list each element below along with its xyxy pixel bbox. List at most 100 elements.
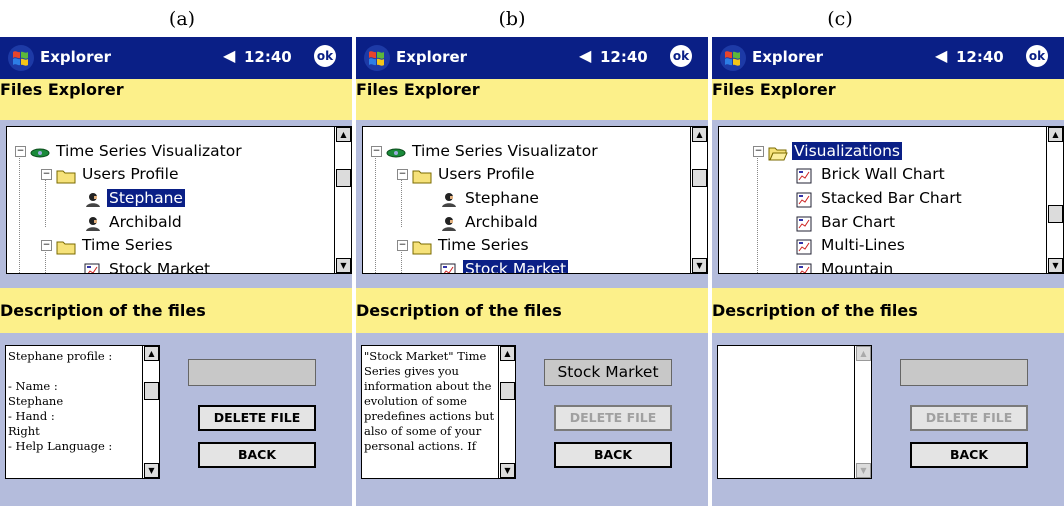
tree-item[interactable]: − Time Series Visualizator [371,139,600,163]
tree-item[interactable]: Stephane [439,186,541,210]
scroll-down-arrow-icon[interactable]: ▼ [336,258,351,273]
scroll-down-arrow-icon[interactable]: ▼ [856,463,871,478]
windows-start-icon[interactable] [718,43,748,73]
tree-item-label: Stephane [106,188,186,208]
scroll-down-arrow-icon[interactable]: ▼ [692,258,707,273]
selected-file-field[interactable]: Stock Market [544,359,672,386]
back-button[interactable]: BACK [198,442,316,468]
ok-button[interactable]: ok [670,45,692,67]
pda-screen-2: Explorer ◀︎ 12:40 ok Files Explorer Descripti… [356,37,708,506]
tree-item[interactable]: Stephane [83,186,186,210]
tree-item[interactable]: − Time Series Visualizator [15,139,244,163]
collapse-icon[interactable]: − [41,169,52,180]
file-tree[interactable]: − Time Series Visualizator − Users Profile S… [6,126,352,274]
ok-button[interactable]: ok [314,45,336,67]
collapse-icon[interactable]: − [397,240,408,251]
tree-item[interactable]: − Users Profile [41,162,181,186]
scroll-up-arrow-icon[interactable]: ▲ [1048,127,1063,142]
description-text: "Stock Market" Time Series gives you inf… [364,349,498,453]
scroll-up-arrow-icon[interactable]: ▲ [692,127,707,142]
delete-file-button[interactable]: DELETE FILE [198,405,316,431]
scroll-up-arrow-icon[interactable]: ▲ [336,127,351,142]
tree-item-label: Visualizations [791,141,903,161]
tree-scrollbar[interactable]: ▲ ▼ [690,127,707,273]
user-icon [83,215,103,231]
tree-item[interactable]: − Visualizations [753,139,903,163]
description-box[interactable]: "Stock Market" Time Series gives you inf… [361,345,516,479]
chart-file-icon [795,215,815,231]
speaker-icon[interactable]: ◀︎ [223,46,235,65]
title-bar: Explorer ◀︎ 12:40 ok [0,37,352,79]
description-box[interactable]: Stephane profile : - Name : Stephane - H… [5,345,160,479]
tree-item[interactable]: Bar Chart [795,210,897,234]
tree-item-label: Time Series Visualizator [56,142,242,160]
collapse-icon[interactable]: − [397,169,408,180]
scroll-thumb[interactable] [1048,205,1063,223]
selected-file-field[interactable] [900,359,1028,386]
windows-start-icon[interactable] [6,43,36,73]
file-tree[interactable]: − Visualizations Brick Wall Chart Stacked B… [718,126,1064,274]
scroll-thumb[interactable] [336,169,351,187]
clock-time[interactable]: 12:40 [244,48,292,66]
delete-file-button[interactable]: DELETE FILE [910,405,1028,431]
speaker-icon[interactable]: ◀︎ [579,46,591,65]
scroll-up-arrow-icon[interactable]: ▲ [144,346,159,361]
tree-item-label: Stock Market [109,260,211,273]
back-button[interactable]: BACK [910,442,1028,468]
description-box[interactable]: ▲ ▼ [717,345,872,479]
scroll-down-arrow-icon[interactable]: ▼ [1048,258,1063,273]
tree-item-label: Users Profile [82,165,179,183]
file-tree[interactable]: − Time Series Visualizator − Users Profile S… [362,126,708,274]
description-heading: Description of the files [356,301,562,320]
tree-scrollbar[interactable]: ▲ ▼ [1046,127,1063,273]
collapse-icon[interactable]: − [41,240,52,251]
tree-item[interactable]: − Time Series [41,233,175,257]
panel-caption: (c) [827,8,853,30]
scroll-up-arrow-icon[interactable]: ▲ [500,346,515,361]
scroll-thumb[interactable] [144,382,159,400]
panel-caption: (b) [498,8,526,30]
network-icon [30,144,50,160]
collapse-icon[interactable]: − [15,146,26,157]
ok-button[interactable]: ok [1026,45,1048,67]
tree-item[interactable]: − Time Series [397,233,531,257]
folder-icon [56,167,76,183]
tree-item[interactable]: Stock Market [439,257,570,273]
windows-start-icon[interactable] [362,43,392,73]
tree-item-label: Stephane [465,189,539,207]
clock-time[interactable]: 12:40 [956,48,1004,66]
tree-item[interactable]: Mountain [795,257,895,273]
tree-item[interactable]: Stock Market [83,257,212,273]
tree-scrollbar[interactable]: ▲ ▼ [334,127,351,273]
back-button[interactable]: BACK [554,442,672,468]
clock-time[interactable]: 12:40 [600,48,648,66]
pda-screen-1: Explorer ◀︎ 12:40 ok Files Explorer Descripti… [0,37,352,506]
tree-guide-line [375,155,376,273]
selected-file-field[interactable] [188,359,316,386]
chart-file-icon [795,167,815,183]
tree-item[interactable]: Archibald [83,210,184,234]
tree-item[interactable]: Stacked Bar Chart [795,186,964,210]
scroll-up-arrow-icon[interactable]: ▲ [856,346,871,361]
description-scrollbar[interactable]: ▲ ▼ [498,346,515,478]
chart-file-icon [795,191,815,207]
description-scrollbar[interactable]: ▲ ▼ [142,346,159,478]
tree-item[interactable]: Multi-Lines [795,233,907,257]
description-heading: Description of the files [0,301,206,320]
tree-item[interactable]: Archibald [439,210,540,234]
tree-item[interactable]: − Users Profile [397,162,537,186]
tree-item[interactable]: Brick Wall Chart [795,162,947,186]
tree-item-label: Stock Market [461,259,570,273]
scroll-down-arrow-icon[interactable]: ▼ [144,463,159,478]
scroll-thumb[interactable] [500,382,515,400]
files-explorer-heading: Files Explorer [356,80,480,99]
tree-item-label: Brick Wall Chart [821,165,945,183]
delete-file-button[interactable]: DELETE FILE [554,405,672,431]
tree-content: − Time Series Visualizator − Users Profile S… [7,127,333,273]
scroll-down-arrow-icon[interactable]: ▼ [500,463,515,478]
speaker-icon[interactable]: ◀︎ [935,46,947,65]
collapse-icon[interactable]: − [371,146,382,157]
scroll-thumb[interactable] [692,169,707,187]
description-scrollbar[interactable]: ▲ ▼ [854,346,871,478]
collapse-icon[interactable]: − [753,146,764,157]
